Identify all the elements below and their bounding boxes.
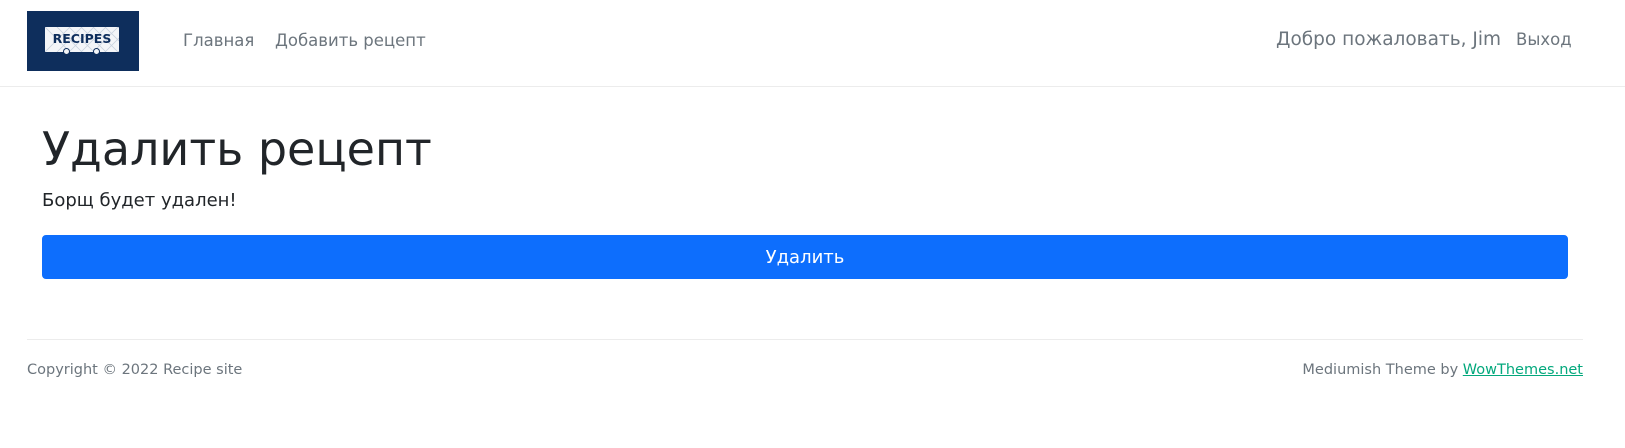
- logo-knob-icon: [63, 48, 70, 55]
- footer: Copyright © 2022 Recipe site Mediumish T…: [27, 339, 1583, 399]
- site-logo[interactable]: RECIPES: [27, 11, 139, 71]
- nav-link-home[interactable]: Главная: [183, 31, 254, 50]
- logo-text: RECIPES: [52, 31, 112, 46]
- nav-link-logout[interactable]: Выход: [1516, 30, 1572, 49]
- theme-credit-prefix: Mediumish Theme by: [1302, 362, 1463, 378]
- main-content: Удалить рецепт Борщ будет удален! Удалит…: [42, 118, 1568, 279]
- logo-plate: RECIPES: [45, 27, 119, 55]
- navbar: RECIPES Главная Добавить рецепт Добро по…: [0, 0, 1625, 87]
- page-title: Удалить рецепт: [42, 122, 432, 176]
- theme-credit: Mediumish Theme by WowThemes.net: [1302, 362, 1583, 378]
- welcome-text: Добро пожаловать, Jim: [1276, 29, 1501, 50]
- theme-link[interactable]: WowThemes.net: [1463, 362, 1583, 378]
- copyright-text: Copyright © 2022 Recipe site: [27, 362, 243, 378]
- delete-button[interactable]: Удалить: [42, 235, 1568, 279]
- nav-link-add-recipe[interactable]: Добавить рецепт: [275, 31, 426, 50]
- logo-knob-icon: [93, 48, 100, 55]
- delete-confirmation-message: Борщ будет удален!: [42, 190, 237, 211]
